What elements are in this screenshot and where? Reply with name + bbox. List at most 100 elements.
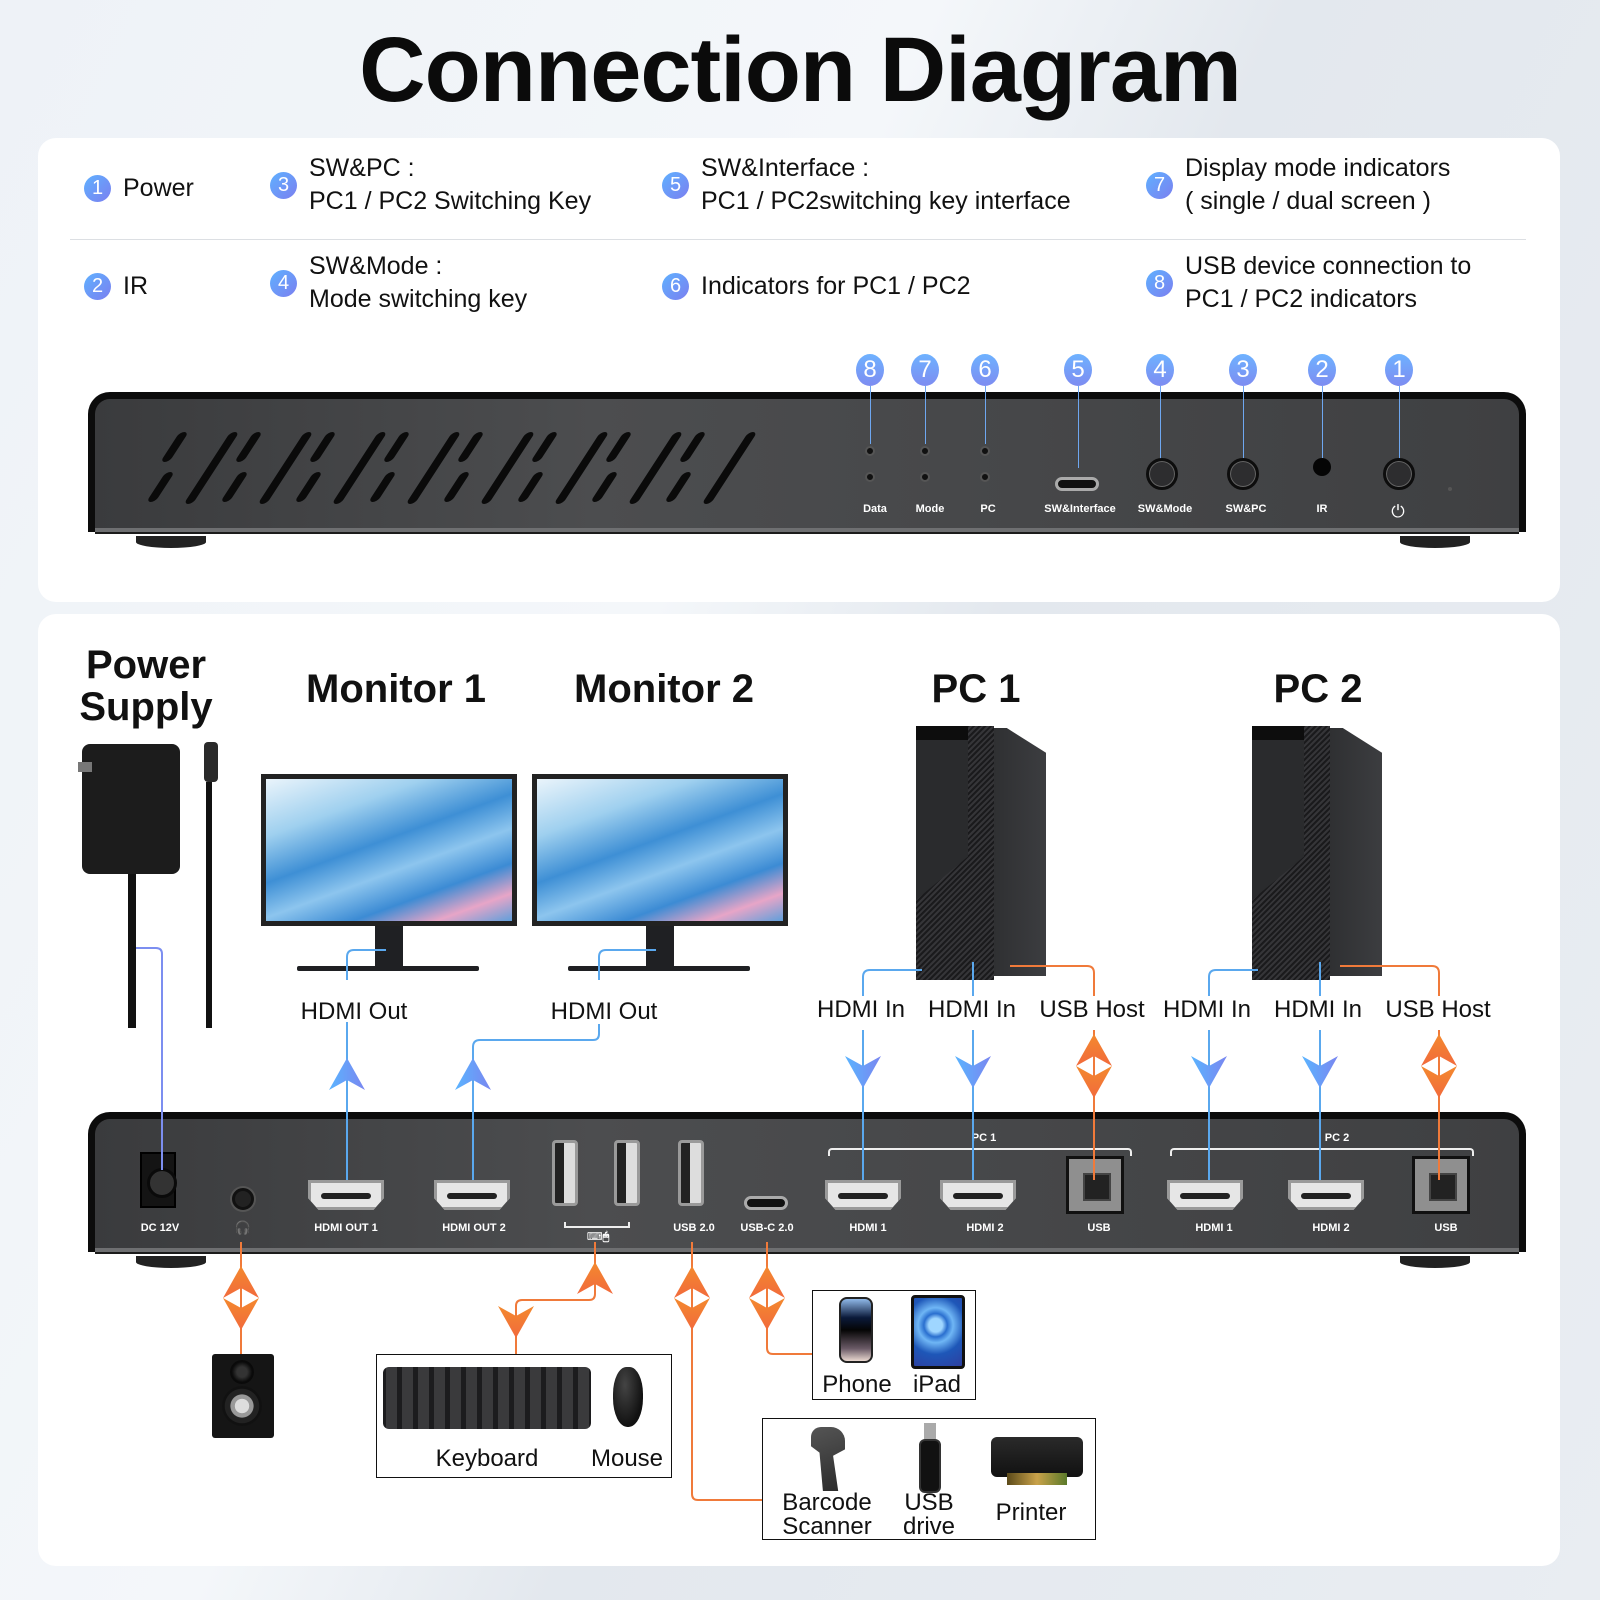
front-device-body	[88, 392, 1526, 532]
pc1-group-label: PC 1	[971, 1132, 997, 1144]
number-badge: 2	[84, 272, 111, 300]
hdmi-out-1-label: HDMI OUT 1	[314, 1222, 378, 1234]
dc-12v-label: DC 12V	[140, 1222, 180, 1234]
legend-line: SW&PC :	[309, 154, 415, 182]
keyboard-image	[383, 1367, 591, 1429]
legend-text: SW&Mode : Mode switching key	[309, 250, 527, 316]
barcode-scanner-image	[811, 1427, 845, 1491]
device-foot	[136, 536, 206, 548]
legend-line: USB device connection to	[1185, 252, 1472, 280]
monitor-1-stand	[375, 926, 403, 968]
ipad-image	[911, 1295, 965, 1369]
front-device-base	[95, 528, 1519, 534]
number-badge: 8	[1146, 269, 1173, 297]
hdmi-out-2-port[interactable]	[434, 1180, 510, 1210]
usb-drive-connector	[924, 1423, 936, 1439]
monitor-2-base	[568, 966, 750, 971]
usb-c-label: USB-C 2.0	[740, 1222, 794, 1234]
callout-line-4	[1160, 386, 1161, 460]
data-led-top	[865, 446, 875, 456]
label-line: USB	[904, 1489, 954, 1516]
legend-line: Display mode indicators	[1185, 154, 1451, 182]
legend-line: PC1 / PC2 Switching Key	[309, 187, 592, 215]
heading-monitor-2: Monitor 2	[574, 667, 754, 711]
page-title: Connection Diagram	[359, 19, 1242, 121]
printer-label: Printer	[995, 1499, 1067, 1526]
monitor-1-screen	[261, 774, 517, 926]
pc2-hdmi-2-port[interactable]	[1288, 1180, 1364, 1210]
legend-line: Mode switching key	[309, 285, 528, 313]
label-line: drive	[902, 1513, 956, 1540]
mobile-devices-box: Phone iPad	[812, 1290, 976, 1400]
power-button[interactable]	[1383, 458, 1415, 490]
pc-led-top	[980, 446, 990, 456]
legend-text: IR	[123, 271, 148, 300]
pc1-hdmi-1-port[interactable]	[825, 1180, 901, 1210]
monitor-2-stand	[646, 926, 674, 968]
kbm-bracket	[564, 1222, 630, 1228]
sw-pc-button[interactable]	[1227, 458, 1259, 490]
pc-label: PC	[980, 503, 996, 515]
pc1-hdmi-1-label: HDMI 1	[849, 1222, 887, 1234]
legend-text: USB device connection to PC1 / PC2 indic…	[1185, 250, 1471, 316]
barcode-scanner-label: Barcode Scanner	[782, 1491, 871, 1539]
monitor-2-screen	[532, 774, 788, 926]
sw-interface-label: SW&Interface	[1044, 503, 1116, 515]
pc2-hdmi-1-port[interactable]	[1167, 1180, 1243, 1210]
pc1-usb-label: USB	[1087, 1222, 1111, 1234]
number-badge: 1	[84, 174, 111, 202]
pc2-hdmi-1-label: HDMI 1	[1195, 1222, 1233, 1234]
mode-led-bottom	[920, 472, 930, 482]
callout-line-6	[985, 386, 986, 444]
label-pc2-usb-host: USB Host	[1385, 996, 1491, 1023]
pc2-usb-b-port[interactable]	[1412, 1156, 1470, 1214]
number-badge: 7	[1146, 171, 1173, 199]
usb-c-port[interactable]	[744, 1196, 788, 1210]
pc1-hdmi-2-label: HDMI 2	[966, 1222, 1004, 1234]
pc-led-bottom	[980, 472, 990, 482]
plug-prong	[78, 762, 92, 772]
label-monitor-2-hdmi-out: HDMI Out	[550, 998, 658, 1025]
pc1-hdmi-2-port[interactable]	[940, 1180, 1016, 1210]
pc1-usb-b-port[interactable]	[1066, 1156, 1124, 1214]
legend-item-pc-indicators: 6 Indicators for PC1 / PC2	[662, 266, 971, 306]
phone-image	[839, 1297, 873, 1363]
label-pc1-hdmi-in-2: HDMI In	[927, 996, 1017, 1023]
hdmi-out-2-label: HDMI OUT 2	[442, 1222, 506, 1234]
usb-2-port[interactable]	[678, 1140, 704, 1206]
legend-text: SW&Interface : PC1 / PC2switching key in…	[701, 152, 1071, 218]
label-monitor-1-hdmi-out: HDMI Out	[300, 998, 408, 1025]
dc-power-port[interactable]	[140, 1152, 177, 1208]
phone-label: Phone	[822, 1371, 892, 1398]
mouse-label: Mouse	[590, 1445, 664, 1472]
sw-interface-port[interactable]	[1055, 477, 1099, 491]
kbm-usb-port-1[interactable]	[552, 1140, 578, 1206]
headphone-icon: 🎧	[234, 1220, 252, 1235]
heading-pc-2: PC 2	[1273, 667, 1363, 711]
legend-item-ir: 2 IR	[84, 266, 148, 306]
callout-badge-1: 1	[1385, 354, 1413, 386]
hdmi-out-1-port[interactable]	[308, 1180, 384, 1210]
usb-drive-image	[919, 1439, 941, 1493]
rear-device-base	[95, 1248, 1519, 1254]
callout-badge-8: 8	[856, 354, 884, 386]
label-pc2-hdmi-in-2: HDMI In	[1273, 996, 1363, 1023]
mode-label: Mode	[915, 503, 945, 515]
device-foot	[136, 1256, 206, 1268]
pinhole	[1448, 487, 1452, 491]
adapter-cable	[128, 874, 136, 1028]
speaker	[212, 1354, 274, 1438]
pc2-usb-label: USB	[1434, 1222, 1458, 1234]
callout-badge-3: 3	[1229, 354, 1257, 386]
kbm-usb-port-2[interactable]	[614, 1140, 640, 1206]
ir-receiver	[1313, 458, 1331, 476]
speaker-tweeter	[230, 1360, 254, 1384]
device-foot	[1400, 536, 1470, 548]
sw-mode-button[interactable]	[1146, 458, 1178, 490]
usb-2-label: USB 2.0	[673, 1222, 715, 1234]
audio-port[interactable]	[232, 1188, 254, 1210]
legend-divider	[70, 239, 1526, 240]
callout-badge-7: 7	[911, 354, 939, 386]
legend-item-sw-interface: 5 SW&Interface : PC1 / PC2switching key …	[662, 152, 1071, 218]
callout-badge-5: 5	[1064, 354, 1092, 386]
